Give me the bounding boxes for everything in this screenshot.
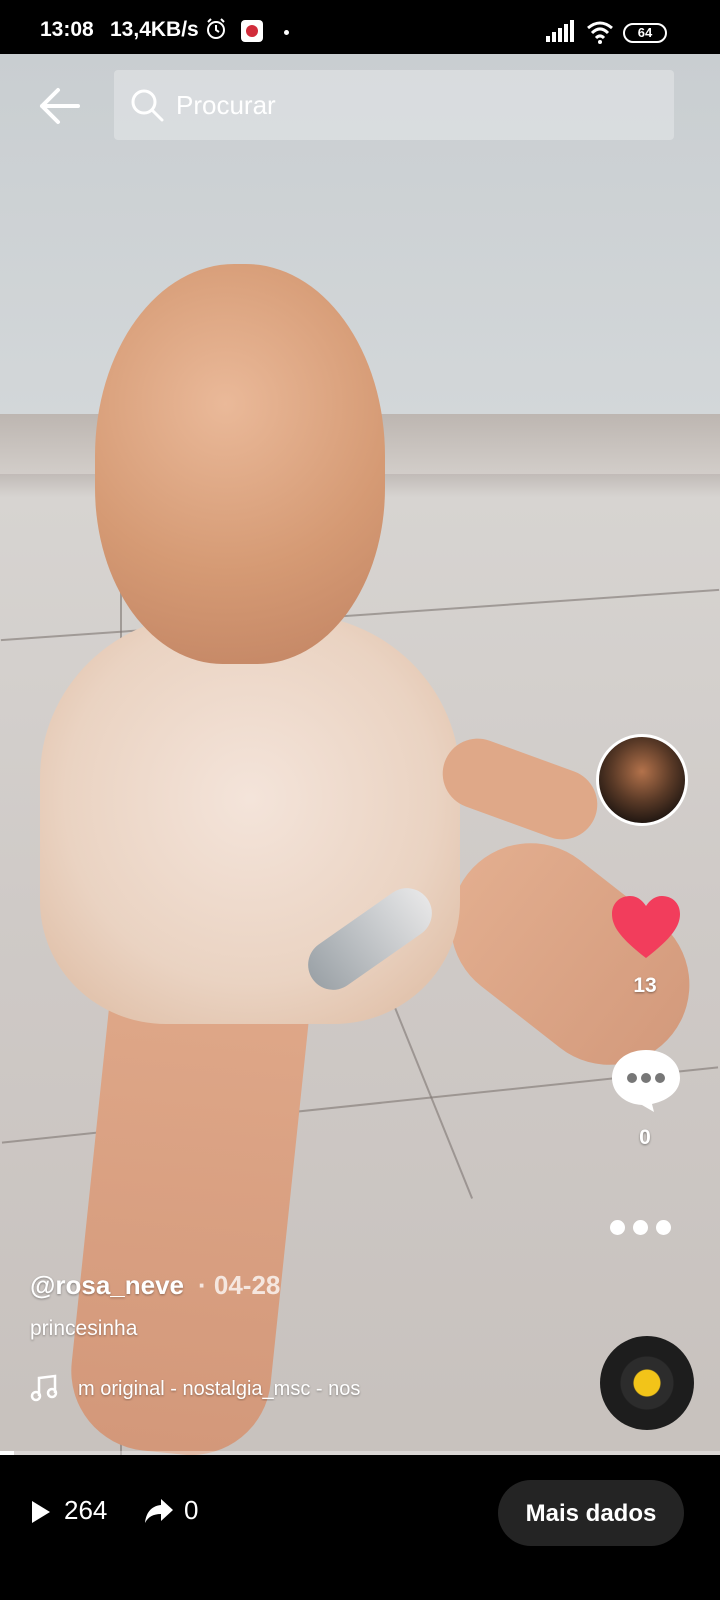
post-date: · 04-28 xyxy=(198,1270,281,1300)
bottom-stats-bar: 264 0 Mais dados xyxy=(0,1455,720,1600)
more-options-icon[interactable] xyxy=(610,1220,680,1240)
more-data-button[interactable]: Mais dados xyxy=(498,1480,684,1546)
video-description: princesinha xyxy=(30,1317,138,1340)
author-username[interactable]: @rosa_neve xyxy=(30,1270,184,1301)
play-icon xyxy=(32,1501,50,1523)
status-time: 13:08 xyxy=(40,18,94,41)
music-note-icon xyxy=(30,1374,58,1402)
notification-dot-icon xyxy=(284,30,289,35)
battery-icon: 64 xyxy=(623,23,667,43)
video-subject-head xyxy=(95,264,385,664)
heart-icon[interactable] xyxy=(610,894,682,962)
search-icon xyxy=(131,89,164,122)
comment-count: 0 xyxy=(639,1126,651,1149)
music-disc-icon[interactable] xyxy=(600,1336,694,1430)
wifi-icon xyxy=(587,21,613,44)
search-placeholder: Procurar xyxy=(176,90,276,120)
alarm-icon xyxy=(207,18,225,39)
video-subject-dress xyxy=(40,614,460,1024)
back-arrow-icon[interactable] xyxy=(36,84,84,128)
view-count: 264 xyxy=(64,1495,108,1525)
author-avatar[interactable] xyxy=(596,734,688,826)
signal-icon xyxy=(546,20,574,42)
status-bar: 13:08 13,4KB/s 64 xyxy=(0,0,720,54)
status-network-speed: 13,4KB/s xyxy=(110,18,199,41)
like-count: 13 xyxy=(633,974,657,997)
notification-app-icon xyxy=(241,20,263,42)
share-count: 0 xyxy=(184,1495,199,1525)
share-icon xyxy=(145,1499,173,1523)
music-title[interactable]: m original - nostalgia_msc - nos xyxy=(78,1378,383,1401)
search-bar[interactable]: Procurar xyxy=(114,70,674,140)
comment-icon[interactable] xyxy=(610,1046,682,1114)
